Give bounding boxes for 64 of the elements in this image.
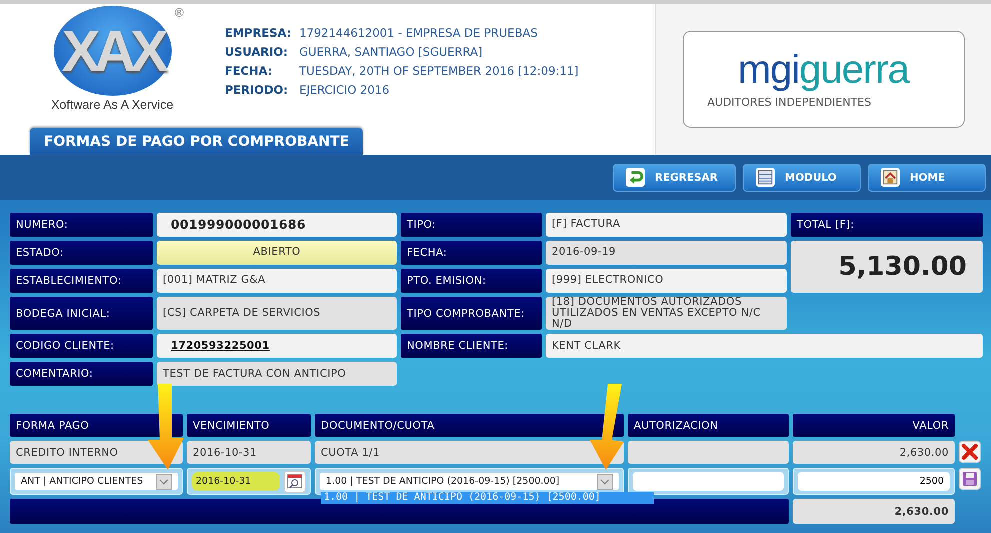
field-value: [F] FACTURA [546,213,787,237]
page-tab[interactable]: FORMAS DE PAGO POR COMPROBANTE [30,128,364,155]
field-value: [999] ELECTRONICO [546,269,787,293]
total-cell: 2,630.00 [793,499,955,524]
logo-tagline: Xoftware As A Xervice [51,98,174,112]
partner-name: guerra [799,48,910,92]
field-label: ESTADO: [10,241,153,265]
field-value: [CS] CARPETA DE SERVICIOS [157,297,397,330]
field-value: 2016-09-19 [546,241,787,265]
date-field[interactable]: 2016-10-31 [192,472,280,492]
info-value: TUESDAY, 20TH OF SEPTEMBER 2016 [12:09:11] [299,64,579,78]
total-value: 5,130.00 [791,241,983,293]
table-cell: CUOTA 1/1 [315,441,624,464]
field-value: KENT CLARK [546,334,983,358]
field-label: PTO. EMISION: [401,269,542,293]
total-label: TOTAL [F]: [791,213,983,237]
caret-icon [597,474,613,490]
info-value: GUERRA, SANTIAGO [SGUERRA] [299,45,484,59]
field-value: [18] DOCUMENTOS AUTORIZADOS UTILIZADOS EN VENTAS EXCEPTO N/C N/D [546,297,787,330]
column-header: FORMA PAGO [10,414,183,438]
partner-name: mgi [738,48,800,92]
calendar-icon[interactable] [284,470,306,493]
field-label: CODIGO CLIENTE: [10,334,153,358]
info-label: PERIODO: [225,83,290,97]
info-label: EMPRESA: [225,26,292,40]
field-value: 001999000001686 [157,213,397,237]
toolbar-button[interactable]: REGRESAR [613,164,736,192]
table-cell: 2,630.00 [793,441,955,464]
field-label: NUMERO: [10,213,153,237]
caret-icon [156,474,172,490]
toolbar-button[interactable]: MODULO [743,164,861,192]
dropdown-option[interactable]: 1.00 | TEST DE ANTICIPO (2016-09-15) [2500.00] [321,492,654,504]
field-label: BODEGA INICIAL: [10,297,153,330]
field-label: TIPO: [401,213,542,237]
toolbar-button[interactable]: HOME [868,164,986,192]
field-label: FECHA: [401,241,542,265]
field-value: TEST DE FACTURA CON ANTICIPO [157,362,397,386]
partner-subtitle: AUDITORES INDEPENDIENTES [708,96,872,109]
field-label: NOMBRE CLIENTE: [401,334,542,358]
field-label: COMENTARIO: [10,362,153,386]
delete-icon[interactable] [959,441,981,464]
authorization-field[interactable] [633,472,784,492]
info-value: EJERCICIO 2016 [299,83,391,97]
column-header: DOCUMENTO/CUOTA [315,414,624,438]
info-value: 1792144612001 - EMPRESA DE PRUEBAS [299,26,539,40]
list-icon [756,168,775,187]
column-header: AUTORIZACION [628,414,789,438]
save-icon[interactable] [959,468,981,490]
info-label: FECHA: [225,64,274,78]
field-label: ESTABLECIMIENTO: [10,269,153,293]
status-field: ABIERTO [157,241,397,265]
info-label: USUARIO: [225,45,290,59]
document-select[interactable]: 1.00 | TEST DE ANTICIPO (2016-09-15) [2500.00] [320,473,619,490]
amount-field[interactable]: 2500 [798,472,950,492]
table-cell: 2016-10-31 [187,441,311,464]
registered-mark: ® [174,6,186,20]
field-value: [001] MATRIZ G&A [157,269,397,293]
field-value: 1720593225001 [157,334,397,358]
column-header: VENCIMIENTO [187,414,311,438]
field-label: TIPO COMPROBANTE: [401,297,542,330]
column-header: VALOR [793,414,955,438]
home-icon [881,168,900,187]
payment-type-select[interactable]: ANT | ANTICIPO CLIENTES [15,473,178,490]
logo-mark: XAX [62,18,164,84]
